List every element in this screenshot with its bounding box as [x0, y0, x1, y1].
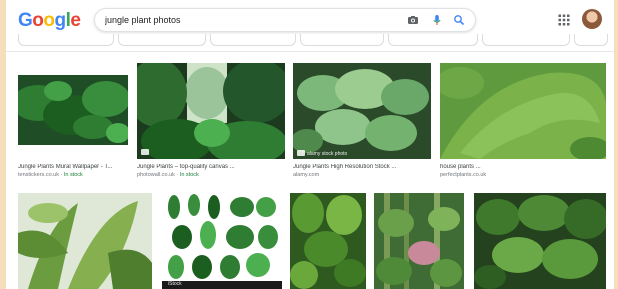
logo-letter: e [70, 10, 81, 31]
result-thumbnail[interactable] [18, 193, 152, 289]
result-title[interactable]: Jungle Plants – top-quality canvas ... [137, 164, 285, 170]
filter-chips-row [6, 34, 614, 52]
search-box [94, 8, 476, 32]
logo-letter: g [54, 10, 67, 31]
image-result[interactable] [374, 193, 464, 289]
stock-label: In stock [179, 172, 199, 178]
filter-chip[interactable] [574, 34, 608, 46]
result-thumbnail[interactable] [374, 193, 464, 289]
image-result[interactable]: alamy stock photo Jungle Plants High Res… [293, 63, 431, 178]
result-thumbnail[interactable] [440, 63, 606, 159]
result-thumbnail[interactable] [18, 63, 128, 153]
apps-icon[interactable] [558, 14, 570, 26]
result-source[interactable]: alamy.com [293, 172, 319, 178]
mic-icon[interactable] [431, 14, 443, 26]
filter-chip[interactable] [18, 34, 114, 46]
source-domain: photowall.co.uk [137, 172, 175, 178]
google-logo[interactable]: Google [18, 10, 81, 32]
logo-letter: o [43, 10, 55, 31]
result-thumbnail[interactable] [137, 63, 285, 159]
camera-icon[interactable] [407, 14, 419, 26]
result-source[interactable]: perfectplants.co.uk [440, 172, 486, 178]
image-result[interactable]: Jungle Plants Mural Wallpaper - T... ten… [18, 63, 128, 178]
image-result[interactable] [18, 193, 152, 289]
badge-icon [22, 147, 30, 153]
image-result[interactable] [474, 193, 606, 289]
result-source[interactable]: tenstickers.co.uk · In stock [18, 172, 83, 178]
source-domain: alamy.com [293, 172, 320, 178]
result-title[interactable]: house plants ... [440, 164, 606, 170]
filter-chip[interactable] [210, 34, 296, 46]
logo-letter: o [32, 10, 44, 31]
badge-icon [141, 149, 149, 155]
result-title[interactable]: Jungle Plants High Resolution Stock ... [293, 164, 431, 170]
search-icon[interactable] [453, 14, 465, 26]
image-result[interactable]: house plants ... perfectplants.co.uk [440, 63, 606, 178]
badge-icon [297, 150, 305, 156]
source-domain: tenstickers.co.uk [18, 172, 59, 178]
avatar[interactable] [582, 9, 602, 29]
image-result[interactable]: iStock [162, 193, 282, 289]
filter-chip[interactable] [300, 34, 384, 46]
filter-chip[interactable] [388, 34, 478, 46]
result-thumbnail[interactable] [290, 193, 366, 289]
page-edge [614, 0, 618, 289]
browser-frame: Google jungle plant photos Jungle Plants… [6, 0, 614, 289]
alamy-watermark: alamy stock photo [307, 151, 348, 157]
source-domain: perfectplants.co.uk [440, 172, 487, 178]
logo-letter: G [18, 10, 33, 31]
result-title[interactable]: Jungle Plants Mural Wallpaper - T... [18, 164, 128, 170]
result-source[interactable]: photowall.co.uk · In stock [137, 172, 199, 178]
istock-watermark: iStock [168, 281, 182, 287]
search-input[interactable] [105, 12, 395, 28]
result-thumbnail[interactable]: iStock [162, 193, 282, 289]
filter-chip[interactable] [118, 34, 206, 46]
stock-label: In stock [63, 172, 83, 178]
result-thumbnail[interactable]: alamy stock photo [293, 63, 431, 159]
image-result[interactable]: Jungle Plants – top-quality canvas ... p… [137, 63, 285, 178]
result-thumbnail[interactable] [474, 193, 606, 289]
image-result[interactable] [290, 193, 366, 289]
filter-chip[interactable] [482, 34, 570, 46]
